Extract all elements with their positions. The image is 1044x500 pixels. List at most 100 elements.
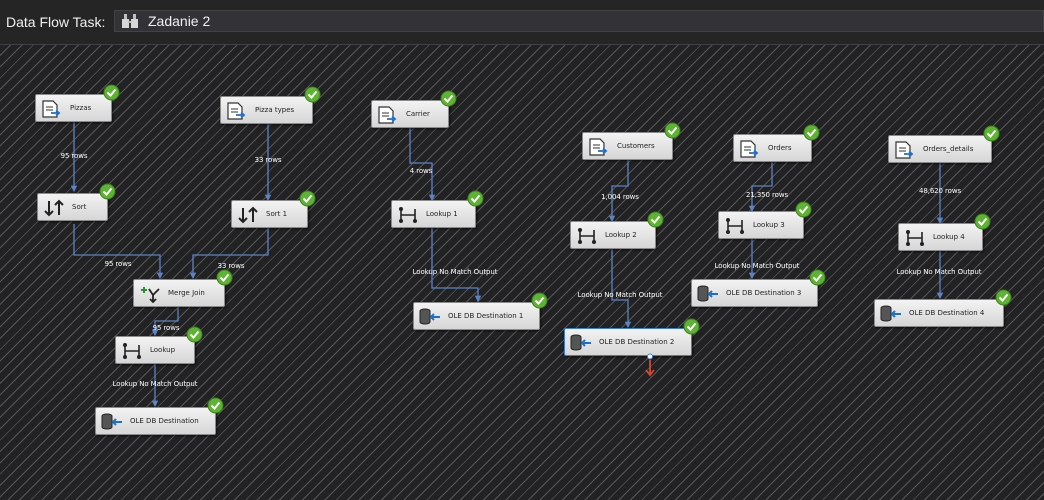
success-check-icon <box>186 326 203 343</box>
component-label: Lookup 3 <box>753 221 785 229</box>
component-label: Pizza types <box>255 106 295 114</box>
success-check-icon <box>216 269 233 286</box>
sort-icon <box>238 206 258 224</box>
task-icon <box>122 14 138 28</box>
lookup-icon <box>726 218 744 234</box>
sort-icon <box>44 199 64 217</box>
success-check-icon <box>974 213 991 230</box>
component-label: Lookup 4 <box>933 233 965 241</box>
ole-db-source-icon <box>378 106 397 124</box>
path-sort-merge[interactable] <box>73 224 164 280</box>
path-label-pizzatypes-sort1: 33 rows <box>254 156 282 164</box>
ole-db-destination-icon <box>697 285 718 302</box>
ole-db-source-icon <box>740 140 759 158</box>
data-flow-canvas[interactable]: 95 rows 95 rows 33 rows 33 rows 95 rows … <box>0 45 1044 500</box>
path-label-lookup2-dest2: Lookup No Match Output <box>577 291 663 299</box>
path-orders-lookup3[interactable] <box>748 161 773 213</box>
ole-db-source-icon <box>895 141 914 159</box>
source-orders-details[interactable]: Orders_details <box>888 125 1000 163</box>
path-label-lookup1-dest1: Lookup No Match Output <box>412 268 498 276</box>
component-label: Merge Join <box>168 289 205 297</box>
lookup-icon <box>123 343 141 359</box>
merge-join-icon <box>141 287 160 303</box>
ole-db-source-icon <box>589 138 608 156</box>
path-label-orders-lookup3: 21,350 rows <box>746 191 788 199</box>
component-label: Lookup 2 <box>605 231 637 239</box>
component-label: OLE DB Destination 4 <box>909 309 985 317</box>
lookup-icon <box>399 207 417 223</box>
success-check-icon <box>531 292 548 309</box>
success-check-icon <box>647 211 664 228</box>
transform-lookup-1[interactable]: Lookup 1 <box>391 190 484 228</box>
ole-db-destination-icon <box>101 413 122 430</box>
destination-ole-db-2[interactable]: OLE DB Destination 2 <box>564 318 700 356</box>
path-carrier-lookup1[interactable] <box>409 126 436 202</box>
source-customers[interactable]: Customers <box>582 122 681 160</box>
destination-ole-db-4[interactable]: OLE DB Destination 4 <box>874 289 1012 327</box>
component-label: Lookup 1 <box>426 210 458 218</box>
component-label: Lookup <box>150 346 176 354</box>
ole-db-destination-icon <box>419 308 440 325</box>
success-check-icon <box>299 190 316 207</box>
path-lookup2-dest2[interactable] <box>611 249 632 329</box>
path-label-sort-merge: 95 rows <box>104 260 132 268</box>
success-check-icon <box>440 90 457 107</box>
ole-db-source-icon <box>42 100 61 118</box>
success-check-icon <box>995 289 1012 306</box>
path-label-carrier-lookup1: 4 rows <box>409 167 433 175</box>
path-label-lookup-dest: Lookup No Match Output <box>112 380 198 388</box>
success-check-icon <box>683 318 700 335</box>
component-label: OLE DB Destination 1 <box>448 312 524 320</box>
ole-db-destination-icon <box>880 305 901 322</box>
transform-sort[interactable]: Sort <box>37 183 116 221</box>
destination-ole-db[interactable]: OLE DB Destination <box>95 397 224 435</box>
success-check-icon <box>99 183 116 200</box>
success-check-icon <box>983 125 1000 142</box>
data-flow-task-selector[interactable]: Zadanie 2 <box>114 10 1044 32</box>
lookup-icon <box>578 228 596 244</box>
transform-sort-1[interactable]: Sort 1 <box>231 190 316 228</box>
success-check-icon <box>304 86 321 103</box>
transform-lookup-3[interactable]: Lookup 3 <box>718 201 812 239</box>
source-carrier[interactable]: Carrier <box>371 90 457 128</box>
component-label: Orders_details <box>923 145 974 153</box>
success-check-icon <box>103 84 120 101</box>
component-label: Customers <box>617 142 655 150</box>
component-label: OLE DB Destination 2 <box>599 338 675 346</box>
path-label-merge-lookup: 95 rows <box>152 324 180 332</box>
component-label: Sort <box>72 203 87 211</box>
ole-db-destination-icon <box>570 334 591 351</box>
component-label: OLE DB Destination 3 <box>726 289 802 297</box>
path-label-ordersdetails-lookup4: 48,620 rows <box>919 187 961 195</box>
transform-lookup-4[interactable]: Lookup 4 <box>898 213 991 251</box>
source-pizzas[interactable]: Pizzas <box>35 84 120 122</box>
transform-merge-join[interactable]: Merge Join <box>133 269 233 307</box>
destination-ole-db-1[interactable]: OLE DB Destination 1 <box>413 292 548 330</box>
selected-task-name: Zadanie 2 <box>148 13 211 29</box>
success-check-icon <box>207 397 224 414</box>
transform-lookup[interactable]: Lookup <box>115 326 203 364</box>
success-check-icon <box>664 122 681 139</box>
transform-lookup-2[interactable]: Lookup 2 <box>570 211 664 249</box>
data-flow-task-label: Data Flow Task: <box>6 14 106 30</box>
source-pizza-types[interactable]: Pizza types <box>220 86 321 124</box>
success-check-icon <box>803 124 820 141</box>
lookup-icon <box>906 230 924 246</box>
path-label-customers-lookup2: 1,004 rows <box>601 193 639 201</box>
path-lookup1-dest1[interactable] <box>431 228 482 303</box>
component-label: Pizzas <box>70 104 92 112</box>
component-label: Carrier <box>406 110 430 118</box>
source-orders[interactable]: Orders <box>733 124 820 162</box>
success-check-icon <box>795 201 812 218</box>
component-label: Sort 1 <box>266 210 288 218</box>
path-label-lookup3-dest3: Lookup No Match Output <box>714 262 800 270</box>
success-check-icon <box>467 190 484 207</box>
destination-ole-db-3[interactable]: OLE DB Destination 3 <box>691 269 826 307</box>
component-label: OLE DB Destination <box>130 417 199 425</box>
error-output-handle-icon[interactable] <box>644 353 656 377</box>
ole-db-source-icon <box>227 102 246 120</box>
path-label-pizzas-sort: 95 rows <box>60 152 88 160</box>
designer-toolbar: Data Flow Task: Zadanie 2 <box>0 0 1044 45</box>
path-customers-lookup2[interactable] <box>608 158 629 223</box>
success-check-icon <box>809 269 826 286</box>
